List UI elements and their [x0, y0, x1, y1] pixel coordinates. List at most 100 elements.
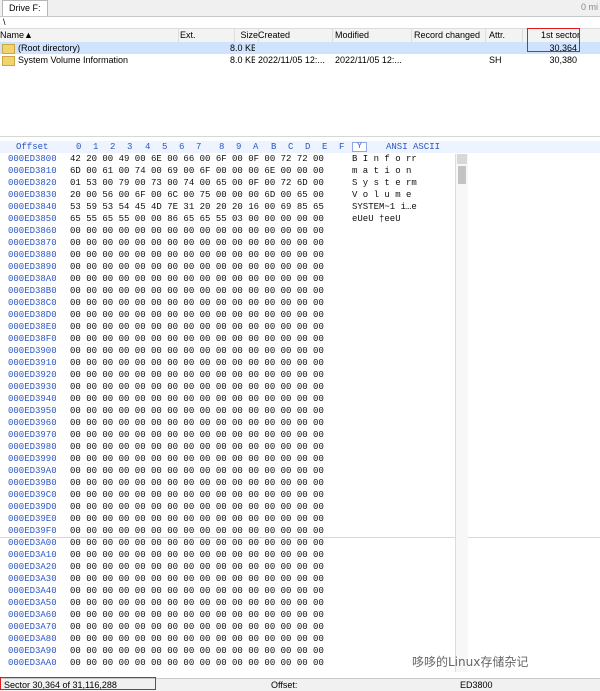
- hex-ascii[interactable]: SYSTEM~1 i…e: [352, 201, 417, 213]
- hex-bytes[interactable]: 00 00 00 00 00 00 00 00 00 00 00 00 00 0…: [70, 657, 324, 669]
- col-ext[interactable]: Ext.: [180, 29, 235, 42]
- hex-row[interactable]: 000ED3840 53 59 53 54 45 4D 7E 31 20 20 2…: [0, 201, 600, 213]
- hex-bytes[interactable]: 00 00 00 00 00 00 00 00 00 00 00 00 00 0…: [70, 441, 324, 453]
- hex-row[interactable]: 000ED3A00 00 00 00 00 00 00 00 00 00 00 0…: [0, 537, 600, 549]
- file-row-system-volume[interactable]: System Volume Information 8.0 KB 2022/11…: [0, 54, 600, 66]
- hex-bytes[interactable]: 00 00 00 00 00 00 00 00 00 00 00 00 00 0…: [70, 393, 324, 405]
- hex-bytes[interactable]: 00 00 00 00 00 00 00 00 00 00 00 00 00 0…: [70, 489, 324, 501]
- hex-row[interactable]: 000ED38D0 00 00 00 00 00 00 00 00 00 00 0…: [0, 309, 600, 321]
- hex-bytes[interactable]: 6D 00 61 00 74 00 69 00 6F 00 00 00 6E 0…: [70, 165, 324, 177]
- hex-row[interactable]: 000ED3960 00 00 00 00 00 00 00 00 00 00 0…: [0, 417, 600, 429]
- hex-bytes[interactable]: 00 00 00 00 00 00 00 00 00 00 00 00 00 0…: [70, 573, 324, 585]
- hex-bytes[interactable]: 00 00 00 00 00 00 00 00 00 00 00 00 00 0…: [70, 501, 324, 513]
- hex-row[interactable]: 000ED3A40 00 00 00 00 00 00 00 00 00 00 0…: [0, 585, 600, 597]
- col-record-changed[interactable]: Record changed: [414, 29, 486, 42]
- hex-row[interactable]: 000ED3870 00 00 00 00 00 00 00 00 00 00 0…: [0, 237, 600, 249]
- hex-row[interactable]: 000ED38B0 00 00 00 00 00 00 00 00 00 00 0…: [0, 285, 600, 297]
- hex-bytes[interactable]: 00 00 00 00 00 00 00 00 00 00 00 00 00 0…: [70, 321, 324, 333]
- hex-bytes[interactable]: 00 00 00 00 00 00 00 00 00 00 00 00 00 0…: [70, 285, 324, 297]
- hex-bytes[interactable]: 00 00 00 00 00 00 00 00 00 00 00 00 00 0…: [70, 549, 324, 561]
- hex-bytes[interactable]: 00 00 00 00 00 00 00 00 00 00 00 00 00 0…: [70, 525, 324, 537]
- hex-bytes[interactable]: 00 00 00 00 00 00 00 00 00 00 00 00 00 0…: [70, 621, 324, 633]
- hex-bytes[interactable]: 42 20 00 49 00 6E 00 66 00 6F 00 0F 00 7…: [70, 153, 324, 165]
- hex-bytes[interactable]: 00 00 00 00 00 00 00 00 00 00 00 00 00 0…: [70, 513, 324, 525]
- hex-bytes[interactable]: 00 00 00 00 00 00 00 00 00 00 00 00 00 0…: [70, 597, 324, 609]
- hex-row[interactable]: 000ED39C0 00 00 00 00 00 00 00 00 00 00 0…: [0, 489, 600, 501]
- hex-bytes[interactable]: 53 59 53 54 45 4D 7E 31 20 20 20 16 00 6…: [70, 201, 324, 213]
- hex-row[interactable]: 000ED3990 00 00 00 00 00 00 00 00 00 00 0…: [0, 453, 600, 465]
- hex-row[interactable]: 000ED3830 20 00 56 00 6F 00 6C 00 75 00 0…: [0, 189, 600, 201]
- col-size[interactable]: Size: [234, 29, 259, 42]
- hex-row[interactable]: 000ED3930 00 00 00 00 00 00 00 00 00 00 0…: [0, 381, 600, 393]
- hex-row[interactable]: 000ED39A0 00 00 00 00 00 00 00 00 00 00 0…: [0, 465, 600, 477]
- hex-row[interactable]: 000ED39F0 00 00 00 00 00 00 00 00 00 00 0…: [0, 525, 600, 537]
- hex-row[interactable]: 000ED38C0 00 00 00 00 00 00 00 00 00 00 0…: [0, 297, 600, 309]
- hex-bytes[interactable]: 00 00 00 00 00 00 00 00 00 00 00 00 00 0…: [70, 453, 324, 465]
- hex-row[interactable]: 000ED3910 00 00 00 00 00 00 00 00 00 00 0…: [0, 357, 600, 369]
- hex-row[interactable]: 000ED3A20 00 00 00 00 00 00 00 00 00 00 0…: [0, 561, 600, 573]
- hex-ascii[interactable]: B I n f o rr: [352, 153, 417, 165]
- hex-ascii[interactable]: eUeU †eeU: [352, 213, 401, 225]
- hex-row[interactable]: 000ED3A10 00 00 00 00 00 00 00 00 00 00 0…: [0, 549, 600, 561]
- hex-bytes[interactable]: 00 00 00 00 00 00 00 00 00 00 00 00 00 0…: [70, 357, 324, 369]
- hex-row[interactable]: 000ED3850 65 55 65 55 00 00 86 65 65 55 0…: [0, 213, 600, 225]
- hex-bytes[interactable]: 00 00 00 00 00 00 00 00 00 00 00 00 00 0…: [70, 465, 324, 477]
- hex-bytes[interactable]: 00 00 00 00 00 00 00 00 00 00 00 00 00 0…: [70, 273, 324, 285]
- hex-bytes[interactable]: 00 00 00 00 00 00 00 00 00 00 00 00 00 0…: [70, 345, 324, 357]
- hex-bytes[interactable]: 00 00 00 00 00 00 00 00 00 00 00 00 00 0…: [70, 417, 324, 429]
- hex-row[interactable]: 000ED3810 6D 00 61 00 74 00 69 00 6F 00 0…: [0, 165, 600, 177]
- hex-bytes[interactable]: 65 55 65 55 00 00 86 65 65 55 03 00 00 0…: [70, 213, 324, 225]
- hex-editor[interactable]: 000ED3800 42 20 00 49 00 6E 00 66 00 6F 0…: [0, 153, 600, 678]
- hex-bytes[interactable]: 20 00 56 00 6F 00 6C 00 75 00 00 00 6D 0…: [70, 189, 324, 201]
- hex-row[interactable]: 000ED38E0 00 00 00 00 00 00 00 00 00 00 0…: [0, 321, 600, 333]
- hex-row[interactable]: 000ED3A50 00 00 00 00 00 00 00 00 00 00 0…: [0, 597, 600, 609]
- col-modified[interactable]: Modified: [335, 29, 412, 42]
- hex-ascii[interactable]: S y s t e rm: [352, 177, 417, 189]
- hex-bytes[interactable]: 00 00 00 00 00 00 00 00 00 00 00 00 00 0…: [70, 297, 324, 309]
- hex-row[interactable]: 000ED39E0 00 00 00 00 00 00 00 00 00 00 0…: [0, 513, 600, 525]
- hex-row[interactable]: 000ED39D0 00 00 00 00 00 00 00 00 00 00 0…: [0, 501, 600, 513]
- hex-bytes[interactable]: 00 00 00 00 00 00 00 00 00 00 00 00 00 0…: [70, 477, 324, 489]
- hex-bytes[interactable]: 00 00 00 00 00 00 00 00 00 00 00 00 00 0…: [70, 405, 324, 417]
- hex-row[interactable]: 000ED3890 00 00 00 00 00 00 00 00 00 00 0…: [0, 261, 600, 273]
- drive-tab[interactable]: Drive F:: [2, 0, 48, 16]
- hex-row[interactable]: 000ED3800 42 20 00 49 00 6E 00 66 00 6F 0…: [0, 153, 600, 165]
- hex-row[interactable]: 000ED3A70 00 00 00 00 00 00 00 00 00 00 0…: [0, 621, 600, 633]
- hex-bytes[interactable]: 00 00 00 00 00 00 00 00 00 00 00 00 00 0…: [70, 609, 324, 621]
- hex-bytes[interactable]: 00 00 00 00 00 00 00 00 00 00 00 00 00 0…: [70, 633, 324, 645]
- col-attr[interactable]: Attr.: [489, 29, 523, 42]
- hex-row[interactable]: 000ED3940 00 00 00 00 00 00 00 00 00 00 0…: [0, 393, 600, 405]
- hex-bytes[interactable]: 00 00 00 00 00 00 00 00 00 00 00 00 00 0…: [70, 309, 324, 321]
- hex-row[interactable]: 000ED3A80 00 00 00 00 00 00 00 00 00 00 0…: [0, 633, 600, 645]
- hex-bytes[interactable]: 00 00 00 00 00 00 00 00 00 00 00 00 00 0…: [70, 333, 324, 345]
- hex-row[interactable]: 000ED3900 00 00 00 00 00 00 00 00 00 00 0…: [0, 345, 600, 357]
- hex-row[interactable]: 000ED3A60 00 00 00 00 00 00 00 00 00 00 0…: [0, 609, 600, 621]
- hex-bytes[interactable]: 00 00 00 00 00 00 00 00 00 00 00 00 00 0…: [70, 645, 324, 657]
- hex-bytes[interactable]: 00 00 00 00 00 00 00 00 00 00 00 00 00 0…: [70, 249, 324, 261]
- hex-row[interactable]: 000ED3A30 00 00 00 00 00 00 00 00 00 00 0…: [0, 573, 600, 585]
- hex-bytes[interactable]: 00 00 00 00 00 00 00 00 00 00 00 00 00 0…: [70, 585, 324, 597]
- hex-bytes[interactable]: 00 00 00 00 00 00 00 00 00 00 00 00 00 0…: [70, 561, 324, 573]
- hex-row[interactable]: 000ED38F0 00 00 00 00 00 00 00 00 00 00 0…: [0, 333, 600, 345]
- hex-bytes[interactable]: 00 00 00 00 00 00 00 00 00 00 00 00 00 0…: [70, 369, 324, 381]
- hex-row[interactable]: 000ED3880 00 00 00 00 00 00 00 00 00 00 0…: [0, 249, 600, 261]
- hex-ascii[interactable]: m a t i o n: [352, 165, 411, 177]
- hex-bytes[interactable]: 00 00 00 00 00 00 00 00 00 00 00 00 00 0…: [70, 429, 324, 441]
- hex-bytes[interactable]: 00 00 00 00 00 00 00 00 00 00 00 00 00 0…: [70, 261, 324, 273]
- hex-row[interactable]: 000ED3920 00 00 00 00 00 00 00 00 00 00 0…: [0, 369, 600, 381]
- hex-vertical-scrollbar[interactable]: [455, 154, 468, 672]
- hex-bytes[interactable]: 00 00 00 00 00 00 00 00 00 00 00 00 00 0…: [70, 237, 324, 249]
- hex-row[interactable]: 000ED3980 00 00 00 00 00 00 00 00 00 00 0…: [0, 441, 600, 453]
- hex-row[interactable]: 000ED39B0 00 00 00 00 00 00 00 00 00 00 0…: [0, 477, 600, 489]
- hex-ascii[interactable]: V o l u m e: [352, 189, 411, 201]
- hex-row[interactable]: 000ED3970 00 00 00 00 00 00 00 00 00 00 0…: [0, 429, 600, 441]
- hex-row[interactable]: 000ED3950 00 00 00 00 00 00 00 00 00 00 0…: [0, 405, 600, 417]
- hex-bytes[interactable]: 00 00 00 00 00 00 00 00 00 00 00 00 00 0…: [70, 381, 324, 393]
- hex-bytes[interactable]: 00 00 00 00 00 00 00 00 00 00 00 00 00 0…: [70, 537, 324, 549]
- hex-bytes[interactable]: 00 00 00 00 00 00 00 00 00 00 00 00 00 0…: [70, 225, 324, 237]
- hex-row[interactable]: 000ED3860 00 00 00 00 00 00 00 00 00 00 0…: [0, 225, 600, 237]
- hex-row[interactable]: 000ED3820 01 53 00 79 00 73 00 74 00 65 0…: [0, 177, 600, 189]
- scroll-thumb[interactable]: [458, 166, 466, 184]
- col-created[interactable]: Created: [258, 29, 333, 42]
- file-row-root[interactable]: (Root directory) 8.0 KB 30,364: [0, 42, 600, 54]
